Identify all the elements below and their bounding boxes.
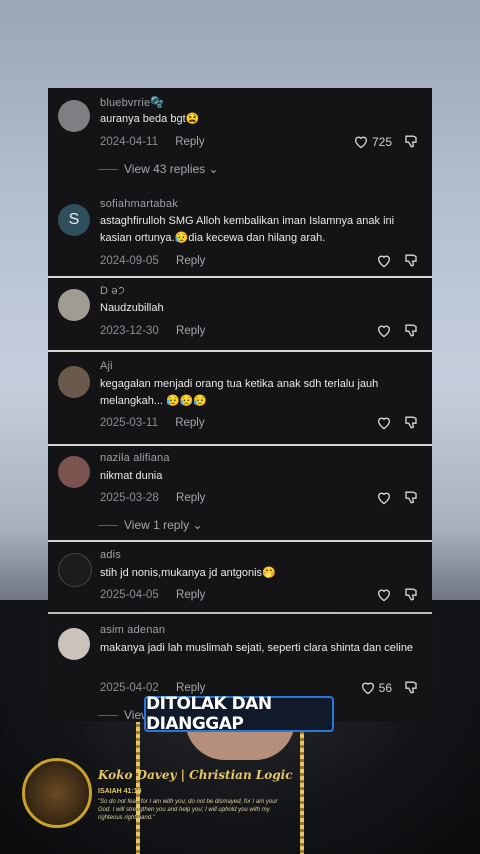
comment-meta: 2025-04-05 Reply xyxy=(100,589,205,601)
dislike-icon[interactable] xyxy=(404,680,420,695)
comment-actions xyxy=(376,323,420,338)
dislike-icon[interactable] xyxy=(404,253,420,268)
reply-button[interactable]: Reply xyxy=(176,255,205,267)
heart-icon[interactable] xyxy=(376,587,392,602)
avatar[interactable] xyxy=(58,289,90,321)
comment-date: 2025-04-05 xyxy=(100,589,159,601)
comment-date: 2023-12-30 xyxy=(100,325,159,337)
verse-reference: ISAIAH 41:10 xyxy=(98,788,142,795)
dislike-icon[interactable] xyxy=(404,587,420,602)
comment-actions xyxy=(376,415,420,430)
comment-actions xyxy=(376,253,420,268)
avatar[interactable] xyxy=(58,553,92,587)
divider xyxy=(48,612,432,614)
comment-actions: 725 xyxy=(353,134,420,149)
view-replies-button[interactable]: View 43 replies ⌄ xyxy=(124,162,219,176)
comment-meta: 2023-12-30 Reply xyxy=(100,325,205,337)
like-count: 56 xyxy=(378,680,392,695)
divider xyxy=(48,444,432,446)
comment-date: 2024-04-11 xyxy=(100,136,158,148)
comment-meta: 2024-04-11 Reply xyxy=(100,136,205,148)
reply-button[interactable]: Reply xyxy=(175,417,204,429)
heart-icon[interactable] xyxy=(376,490,392,505)
comment-meta: 2024-09-05 Reply xyxy=(100,255,205,267)
heart-icon[interactable] xyxy=(376,253,392,268)
avatar[interactable] xyxy=(58,366,90,398)
heart-icon[interactable] xyxy=(376,323,392,338)
comment-username[interactable]: D ə੭ xyxy=(100,285,125,298)
like-button[interactable]: 725 xyxy=(353,134,392,149)
comment-username[interactable]: bluebvrrie🫧 xyxy=(100,96,164,109)
comment-username[interactable]: nazila alifiana xyxy=(100,452,170,464)
dislike-icon[interactable] xyxy=(404,490,420,505)
verse-text: "So do not fear, for I am with you; do n… xyxy=(98,799,278,821)
channel-logo xyxy=(22,758,92,828)
comment-date: 2024-09-05 xyxy=(100,255,159,267)
comment-meta: 2025-03-11 Reply xyxy=(100,417,205,429)
divider xyxy=(48,350,432,352)
comment-text: astaghfirulloh SMG Alloh kembalikan iman… xyxy=(100,215,395,244)
comment-text: kegagalan menjadi orang tua ketika anak … xyxy=(100,378,379,407)
comment-text: stih jd nonis,mukanya jd antgonis🤭 xyxy=(100,567,276,579)
channel-name: Koko Davey | Christian Logic xyxy=(98,768,293,782)
comment-date: 2025-04-02 xyxy=(100,682,159,694)
heart-icon xyxy=(361,682,374,695)
comment-meta: 2025-03-28 Reply xyxy=(100,492,205,504)
comment-username[interactable]: asim adenan xyxy=(100,624,165,636)
heart-icon xyxy=(354,136,367,149)
reply-button[interactable]: Reply xyxy=(175,136,204,148)
comment-username[interactable]: Aji xyxy=(100,360,113,372)
comment-text: makanya jadi lah muslimah sejati, sepert… xyxy=(100,642,414,654)
comment-actions xyxy=(376,490,420,505)
heart-icon[interactable] xyxy=(376,415,392,430)
comment-text: auranya beda bgt😫 xyxy=(100,113,200,125)
like-button[interactable]: 56 xyxy=(360,680,392,695)
comment-date: 2025-03-11 xyxy=(100,417,158,429)
divider xyxy=(48,540,432,542)
comment-actions xyxy=(376,587,420,602)
avatar[interactable] xyxy=(58,628,90,660)
video-caption: DITOLAK DAN DIANGGAP xyxy=(144,694,334,734)
avatar[interactable]: S xyxy=(58,204,90,236)
comment-actions: 56 xyxy=(360,680,420,695)
reply-button[interactable]: Reply xyxy=(176,325,205,337)
channel-watermark: Koko Davey | Christian Logic ISAIAH 41:1… xyxy=(22,758,322,830)
avatar[interactable] xyxy=(58,100,90,132)
comment-meta: 2025-04-02 Reply xyxy=(100,682,205,694)
comment-date: 2025-03-28 xyxy=(100,492,159,504)
reply-button[interactable]: Reply xyxy=(176,682,205,694)
view-replies-button[interactable]: View 1 reply ⌄ xyxy=(124,518,203,532)
comment-text: Naudzubillah xyxy=(100,302,164,314)
dislike-icon[interactable] xyxy=(404,134,420,149)
dislike-icon[interactable] xyxy=(404,415,420,430)
comment-username[interactable]: adis xyxy=(100,549,121,561)
comment-username[interactable]: sofiahmartabak xyxy=(100,198,178,210)
divider xyxy=(48,276,432,278)
comment-text: nikmat dunia xyxy=(100,470,163,482)
avatar[interactable] xyxy=(58,456,90,488)
reply-button[interactable]: Reply xyxy=(176,589,205,601)
reply-button[interactable]: Reply xyxy=(176,492,205,504)
dislike-icon[interactable] xyxy=(404,323,420,338)
like-count: 725 xyxy=(371,134,392,149)
